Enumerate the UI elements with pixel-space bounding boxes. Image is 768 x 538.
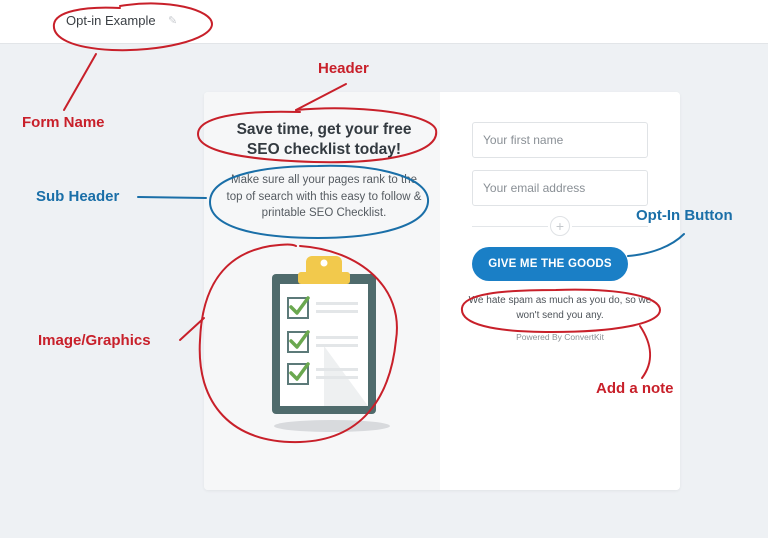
image-pointer: [179, 317, 205, 341]
annotation-image-graphics: Image/Graphics: [38, 332, 151, 349]
annotation-sub-header: Sub Header: [36, 188, 120, 205]
subheader-pointer: [137, 196, 207, 199]
form-header[interactable]: Save time, get your free SEO checklist t…: [220, 120, 428, 160]
spam-note[interactable]: We hate spam as much as you do, so we wo…: [462, 293, 658, 323]
annotation-add-note: Add a note: [596, 380, 674, 397]
first-name-input[interactable]: [472, 122, 648, 158]
clipboard-checklist-icon[interactable]: [254, 250, 404, 440]
opt-in-button[interactable]: GIVE ME THE GOODS: [472, 247, 628, 281]
powered-by-link[interactable]: Powered By ConvertKit: [462, 332, 658, 342]
opt-in-form-card: Save time, get your free SEO checklist t…: [204, 92, 680, 490]
annotation-form-name: Form Name: [22, 114, 105, 131]
email-input[interactable]: [472, 170, 648, 206]
add-field-divider: +: [472, 216, 648, 236]
form-name-title[interactable]: Opt-in Example: [66, 13, 156, 28]
divider-line: [572, 226, 648, 227]
plus-icon[interactable]: +: [550, 216, 570, 236]
form-right-panel: + GIVE ME THE GOODS We hate spam as much…: [440, 92, 680, 490]
form-left-panel: Save time, get your free SEO checklist t…: [204, 92, 440, 490]
divider-line: [472, 226, 548, 227]
annotation-header: Header: [318, 60, 369, 77]
top-bar: Opt-in Example ✎: [0, 0, 768, 44]
form-subheader[interactable]: Make sure all your pages rank to the top…: [226, 172, 422, 222]
annotation-opt-in-button: Opt-In Button: [636, 207, 733, 224]
form-name-pointer: [63, 53, 97, 111]
pencil-icon[interactable]: ✎: [168, 14, 177, 27]
